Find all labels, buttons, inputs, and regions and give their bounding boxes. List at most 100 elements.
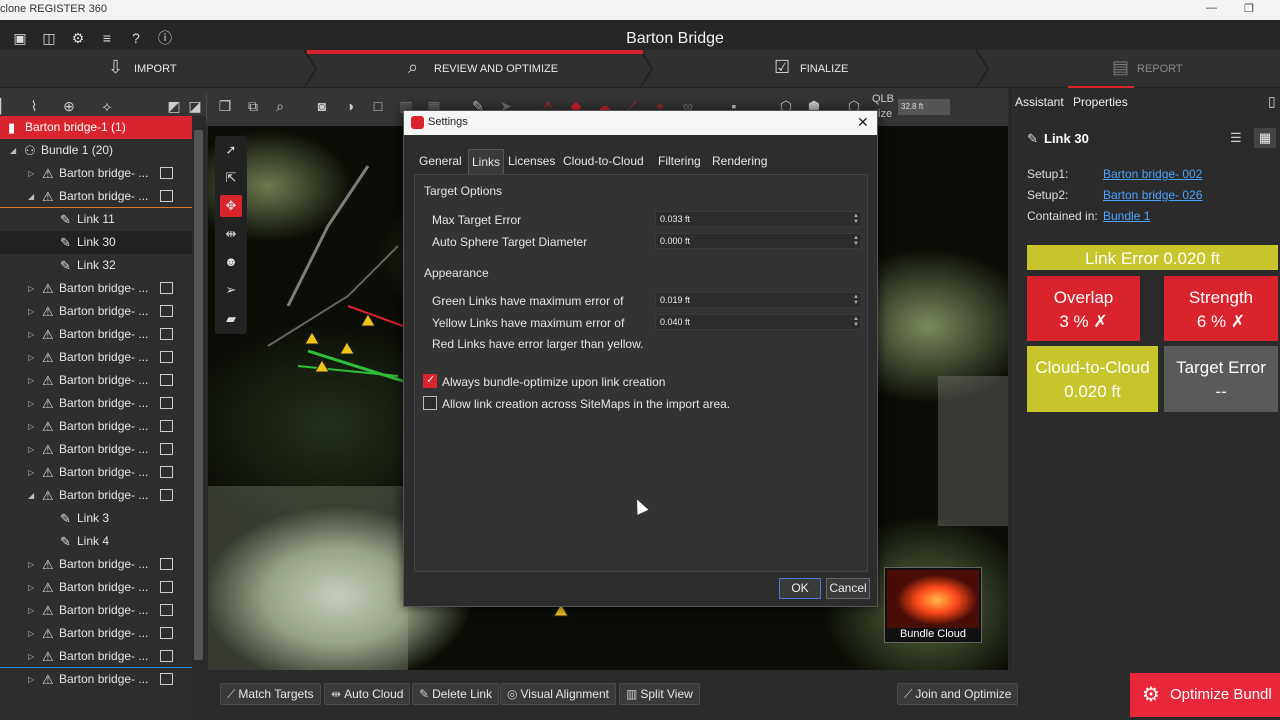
network-icon[interactable]: ⟡ [98,97,116,115]
tree-project-item[interactable]: ▮ Barton bridge-1 (1) [0,116,192,139]
visibility-icon[interactable]: ◑ [341,97,359,115]
chevron-right-icon[interactable]: ▷ [28,599,34,622]
chevron-right-icon[interactable]: ▷ [28,438,34,461]
image-icon[interactable] [160,627,173,639]
tree-setup-item[interactable]: ▷ ⚠ Barton bridge- ... [0,415,192,438]
tree-setup-item[interactable]: ▷ ⚠ Barton bridge- ... [0,461,192,484]
tree-link-item[interactable]: ✎ Link 11 [0,208,192,231]
chevron-right-icon[interactable]: ▷ [28,668,34,691]
optimize-bundle-button[interactable]: ⚙ Optimize Bundl [1130,673,1280,717]
chevron-right-icon[interactable]: ▷ [28,576,34,599]
panel-dock-icon[interactable]: ▯ [1268,93,1276,110]
chevron-down-icon[interactable]: ◢ [10,139,16,162]
tab-filtering[interactable]: Filtering [658,154,701,168]
tree-setup-item[interactable]: ▷ ⚠ Barton bridge- ... [0,622,192,645]
image-icon[interactable] [160,558,173,570]
step-review-and-optimize[interactable]: REVIEW AND OPTIMIZE [434,63,558,75]
yellow-links-input[interactable]: 0.040 ft ▲ ▼ [655,314,862,330]
spinner-icon[interactable]: ▲ ▼ [853,235,859,247]
join-and-optimize-button[interactable]: ⟋ Join and Optimize [897,683,1019,705]
help-icon[interactable]: ? [128,30,144,46]
chevron-right-icon[interactable]: ▷ [28,323,34,346]
select-region-icon[interactable]: ⇱ [223,170,239,186]
chevron-right-icon[interactable]: ▷ [28,415,34,438]
chevron-right-icon[interactable]: ▷ [28,645,34,668]
import-icon[interactable]: ⇩ [108,57,123,78]
tree-link-item[interactable]: ✎ Link 32 [0,254,192,277]
chevron-right-icon[interactable]: ▷ [28,461,34,484]
review-icon[interactable]: ⌕ [408,57,418,78]
spinner-icon[interactable]: ▲ ▼ [853,213,859,225]
close-icon[interactable]: ✕ [857,114,869,131]
chevron-down-icon[interactable]: ◢ [28,484,34,507]
zoom-fit-icon[interactable]: ⌕ [271,97,289,115]
tab-rendering[interactable]: Rendering [712,154,767,168]
tab-licenses[interactable]: Licenses [508,154,555,168]
square-icon[interactable]: □ [369,97,387,115]
person-view-icon[interactable]: ☻ [223,254,239,270]
tree-setup-item[interactable]: ▷ ⚠ Barton bridge- ... [0,323,192,346]
add-setup-icon[interactable]: ◩ [165,97,183,115]
globe-icon[interactable]: ⊕ [60,97,78,115]
tree-setup-item[interactable]: ◢ ⚠ Barton bridge- ... [0,484,192,507]
list-view-icon[interactable]: ☰ [1230,130,1242,146]
navigate-icon[interactable]: ➢ [223,282,239,298]
step-import[interactable]: IMPORT [134,63,177,75]
tree-setup-item[interactable]: ▷ ⚠ Barton bridge- ... [0,392,192,415]
tree-setup-item[interactable]: ▷ ⚠ Barton bridge- ... [0,553,192,576]
database-icon[interactable]: ≡ [99,30,115,46]
tab-links[interactable]: Links [468,149,505,174]
tree-setup-item[interactable]: ▷ ⚠ Barton bridge- ... [0,277,192,300]
image-icon[interactable] [160,673,173,685]
tab-general[interactable]: General [419,154,462,168]
image-toggle-icon[interactable]: ◪ [186,97,204,115]
crop-icon[interactable]: ⧉ [244,97,262,115]
chevron-down-icon[interactable]: ◢ [28,185,34,208]
spinner-icon[interactable]: ▲ ▼ [853,294,859,306]
split-view-button[interactable]: ▥ Split View [619,683,700,705]
chevron-right-icon[interactable]: ▷ [28,346,34,369]
folder-icon[interactable]: ▣ [12,30,28,46]
info-icon[interactable]: ⓘ [157,30,173,46]
green-links-input[interactable]: 0.019 ft ▲ ▼ [655,292,862,308]
select-arrow-icon[interactable]: ➚ [223,142,239,158]
tree-link-item[interactable]: ✎ Link 3 [0,507,192,530]
image-icon[interactable] [160,397,173,409]
tab-cloud-to-cloud[interactable]: Cloud-to-Cloud [563,154,644,168]
image-icon[interactable] [160,420,173,432]
image-icon[interactable] [160,581,173,593]
scale-value[interactable]: 32.8 ft [898,99,950,115]
paperclip-icon[interactable]: ⌇ [25,97,43,115]
image-icon[interactable] [160,305,173,317]
chevron-right-icon[interactable]: ▷ [28,369,34,392]
setup2-link[interactable]: Barton bridge- 026 [1103,188,1202,202]
tree-link-item[interactable]: ✎ Link 4 [0,530,192,553]
panel-toggle-icon[interactable]: ▏ [0,97,11,115]
scan-icon[interactable]: ◫ [41,30,57,46]
chevron-right-icon[interactable]: ▷ [28,553,34,576]
eraser-icon[interactable]: ▰ [223,311,239,327]
match-targets-button[interactable]: ⟋ Match Targets [220,683,321,705]
tree-scroll-thumb[interactable] [194,130,203,660]
tree-bundle-item[interactable]: ◢ ⚇ Bundle 1 (20) [0,139,192,162]
image-icon[interactable] [160,650,173,662]
delete-link-button[interactable]: ✎ Delete Link [412,683,500,705]
spinner-icon[interactable]: ▲ ▼ [853,316,859,328]
chevron-right-icon[interactable]: ▷ [28,300,34,323]
grid-view-icon[interactable]: ▦ [1254,128,1276,148]
cancel-button[interactable]: Cancel [826,578,870,599]
copy-icon[interactable]: ❐ [216,97,234,115]
visual-alignment-button[interactable]: ◎ Visual Alignment [500,683,616,705]
camera-icon[interactable]: ◙ [313,97,331,115]
finalize-icon[interactable]: ☑ [774,57,790,78]
tree-setup-item[interactable]: ▷ ⚠ Barton bridge- ... [0,645,192,668]
tree-setup-item[interactable]: ▷ ⚠ Barton bridge- ... [0,369,192,392]
tree-link-item[interactable]: ✎ Link 30 [0,231,192,254]
bundle-cloud-thumbnail[interactable]: Bundle Cloud [884,567,982,643]
image-icon[interactable] [160,466,173,478]
tree-setup-item[interactable]: ▷ ⚠ Barton bridge- ... [0,576,192,599]
chevron-right-icon[interactable]: ▷ [28,392,34,415]
contained-in-link[interactable]: Bundle 1 [1103,209,1150,223]
gear-icon[interactable]: ⚙ [70,30,86,46]
chevron-right-icon[interactable]: ▷ [28,622,34,645]
